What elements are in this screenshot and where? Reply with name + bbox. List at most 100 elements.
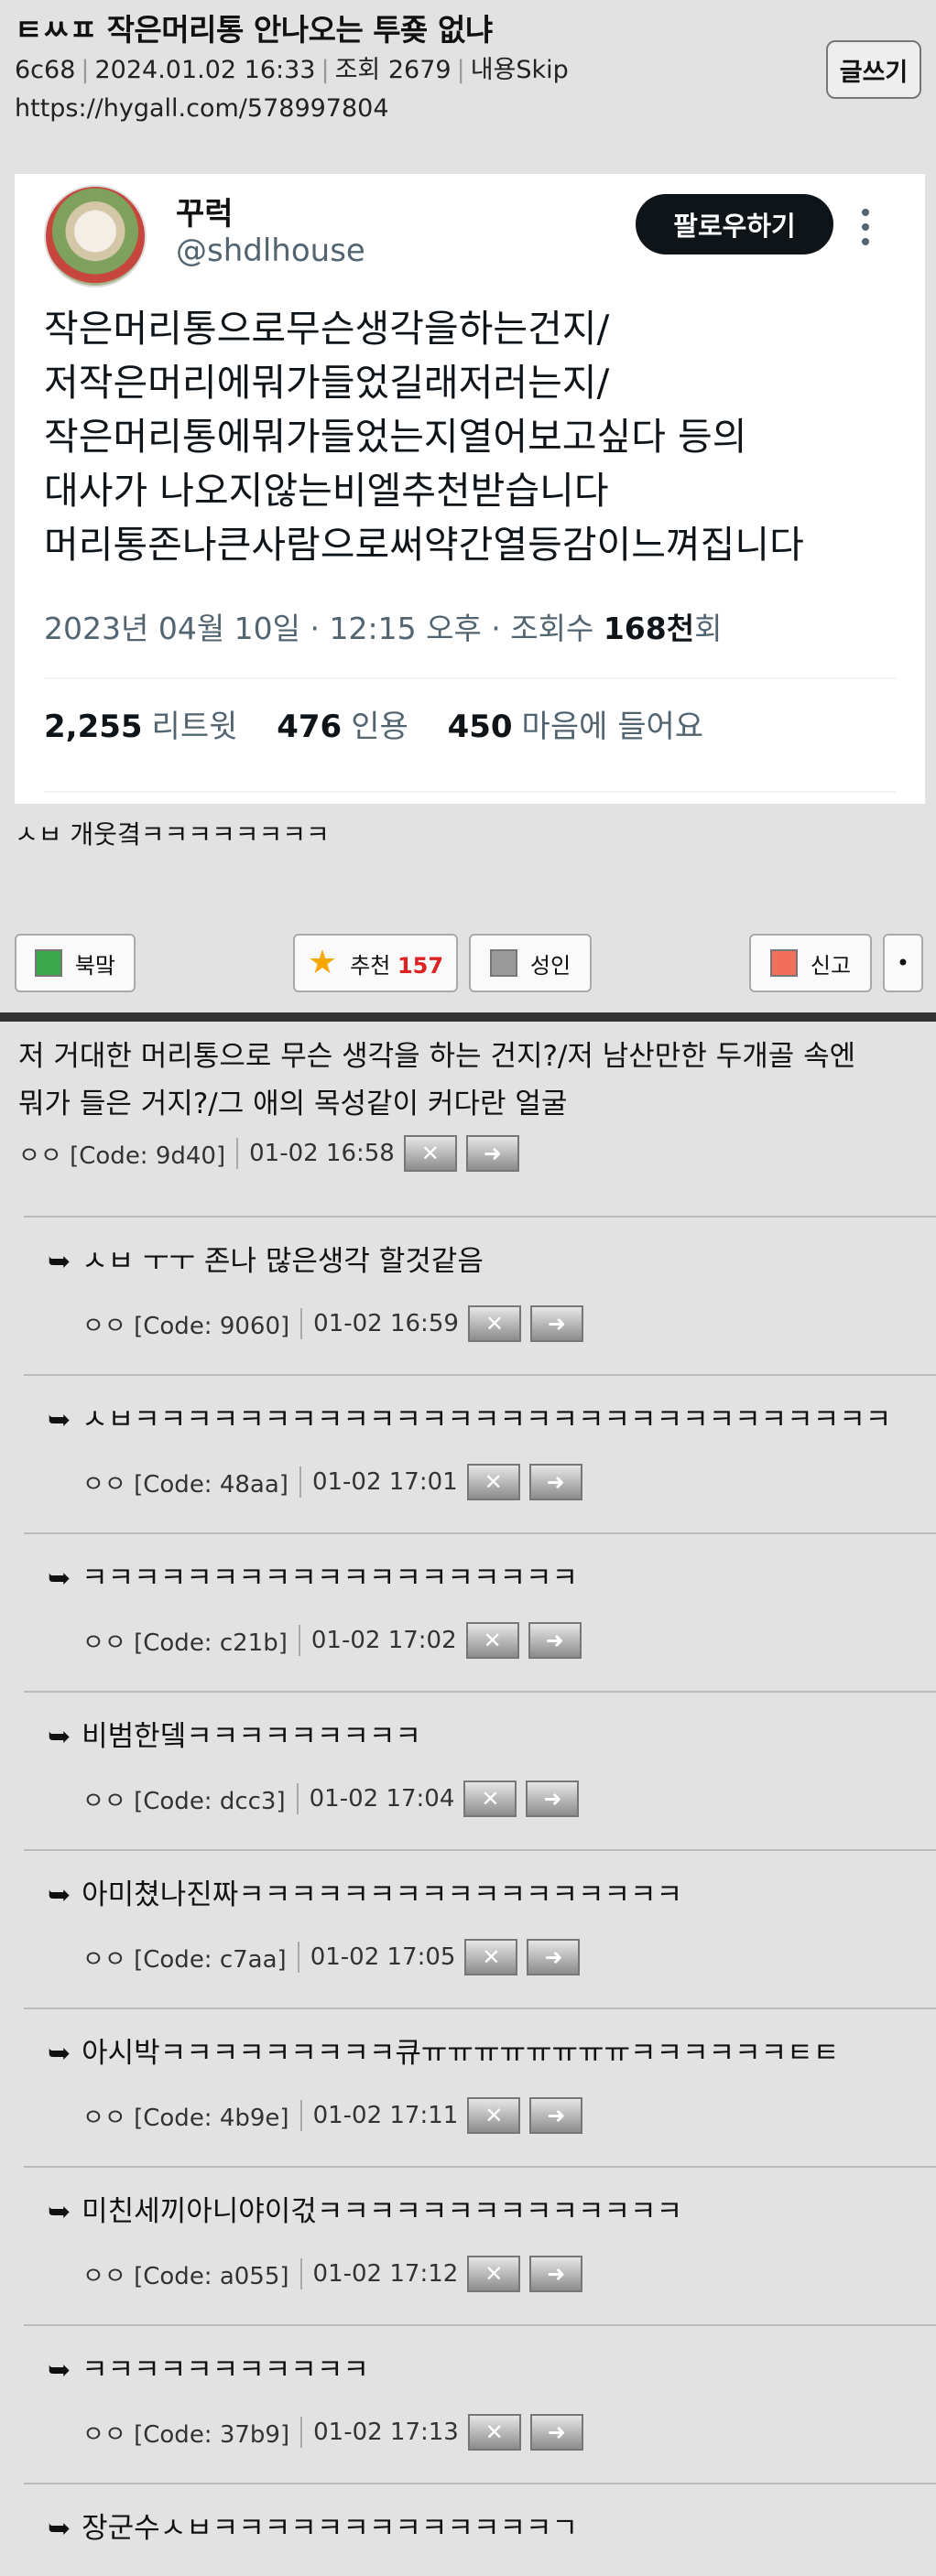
comment-author[interactable]: ㅇㅇ [Code: dcc3] [82, 1782, 286, 1816]
tweet-author-name[interactable]: 꾸럭 [176, 189, 234, 233]
reply-arrow-icon: ➥ [48, 1879, 71, 1911]
reply-comment-button[interactable]: ➜ [465, 1135, 519, 1172]
reply-comment-button[interactable]: ➜ [529, 1305, 583, 1342]
comment-time: 01-02 17:13 [313, 2419, 459, 2446]
retweet-stat[interactable]: 2,255 리트윗 [44, 709, 237, 745]
retweet-count: 2,255 [44, 709, 143, 745]
avatar[interactable] [44, 185, 147, 287]
comment-time: 01-02 17:01 [311, 1468, 458, 1496]
delete-comment-button[interactable]: ✕ [466, 1464, 520, 1500]
reply-arrow-icon: ➥ [48, 1246, 71, 1278]
recommend-label: 추천 [350, 952, 391, 979]
comment-author[interactable]: ㅇㅇ [Code: 4b9e] [82, 2099, 289, 2133]
embedded-tweet: 꾸럭 @shdlhouse 팔로우하기 작은머리통으로무슨생각을하는건지/ 저작… [15, 174, 925, 804]
comment: 저 거대한 머리통으로 무슨 생각을 하는 건지?/저 남산만한 두개골 속엔 … [0, 1023, 936, 1216]
reply-comment: ➥ 비범한뎈ㅋㅋㅋㅋㅋㅋㅋㅋㅋ ㅇㅇ [Code: dcc3] 01-02 17:04… [0, 1693, 936, 1850]
skip-content-link[interactable]: 내용Skip [471, 56, 569, 84]
post-title: ㅌㅆㅍ 작은머리통 안나오는 투죶 없냐 [15, 12, 493, 48]
reply-text: ➥ ㅅㅂㅋㅋㅋㅋㅋㅋㅋㅋㅋㅋㅋㅋㅋㅋㅋㅋㅋㅋㅋㅋㅋㅋㅋㅋㅋㅋㅋㅋㅋ [48, 1400, 891, 1441]
reply-comment-button[interactable]: ➜ [527, 1939, 581, 1975]
reply-text: ➥ 아시박ㅋㅋㅋㅋㅋㅋㅋㅋㅋ큐ㅠㅠㅠㅠㅠㅠㅠㅠㅋㅋㅋㅋㅋㅋㅌㅌ [48, 2033, 839, 2074]
reply-arrow-icon: ➥ [48, 2038, 71, 2070]
comment-text-line: 뭐가 들은 거지?/그 애의 목성같이 커다란 얼굴 [18, 1088, 568, 1120]
meta-separator [299, 1467, 301, 1498]
comment-time: 01-02 16:59 [313, 1310, 459, 1337]
comment-author[interactable]: ㅇㅇ [Code: a055] [82, 2257, 289, 2291]
quote-count: 476 [277, 709, 343, 745]
post-body-text: ㅅㅂ 개웃곀ㅋㅋㅋㅋㅋㅋㅋㅋ [15, 819, 330, 850]
delete-comment-button[interactable]: ✕ [467, 2256, 521, 2292]
meta-separator [298, 1625, 300, 1656]
reply-comment-button[interactable]: ➜ [526, 1780, 580, 1817]
tweet-line: 작은머리통에뭐가들었는지열어보고싶다 등의 [44, 415, 747, 459]
reply-content: ㅅㅂ ㅜㅜ 존나 많은생각 할것같음 [82, 1245, 484, 1278]
post-header: ㅌㅆㅍ 작은머리통 안나오는 투죶 없냐 6c68 | 2024.01.02 16:… [0, 0, 936, 154]
reply-content: ㅅㅂㅋㅋㅋㅋㅋㅋㅋㅋㅋㅋㅋㅋㅋㅋㅋㅋㅋㅋㅋㅋㅋㅋㅋㅋㅋㅋㅋㅋㅋ [82, 1403, 892, 1436]
bookmark-icon [34, 949, 62, 977]
tweet-line: 작은머리통으로무슨생각을하는건지/ [44, 307, 610, 351]
delete-comment-button[interactable]: ✕ [467, 2097, 521, 2134]
like-stat[interactable]: 450 마음에 들어요 [448, 709, 703, 745]
reply-comment-button[interactable]: ➜ [528, 1464, 582, 1500]
reply-content: 장군수ㅅㅂㅋㅋㅋㅋㅋㅋㅋㅋㅋㅋㅋㅋㅋㄱ [82, 2512, 579, 2545]
reply-comment-button[interactable]: ➜ [529, 2414, 583, 2451]
comment-text-line: 저 거대한 머리통으로 무슨 생각을 하는 건지?/저 남산만한 두개골 속엔 [18, 1040, 856, 1073]
comment-meta: ㅇㅇ [Code: 37b9] 01-02 17:13 ✕ ➜ [82, 2410, 583, 2454]
reply-content: 비범한뎈ㅋㅋㅋㅋㅋㅋㅋㅋㅋ [82, 1720, 421, 1753]
comment-meta: ㅇㅇ [Code: 9060] 01-02 16:59 ✕ ➜ [82, 1302, 583, 1346]
retweet-label: 리트윗 [151, 709, 238, 745]
comment-meta: ㅇㅇ [Code: c21b] 01-02 17:02 ✕ ➜ [82, 1618, 582, 1662]
delete-comment-button[interactable]: ✕ [467, 1305, 521, 1342]
meta-separator [300, 1308, 303, 1339]
comment-author[interactable]: ㅇㅇ [Code: 48aa] [82, 1466, 288, 1499]
reply-comment-button[interactable]: ➜ [529, 2097, 583, 2134]
adult-icon [489, 949, 517, 977]
delete-comment-button[interactable]: ✕ [403, 1135, 457, 1172]
comment-author[interactable]: ㅇㅇ [Code: c7aa] [82, 1941, 287, 1975]
delete-comment-button[interactable]: ✕ [465, 1622, 519, 1659]
post-author-code[interactable]: 6c68 [15, 56, 75, 84]
write-button[interactable]: 글쓰기 [826, 40, 921, 99]
tweet-stats: 2,255 리트윗 476 인용 450 마음에 들어요 [44, 701, 733, 746]
report-button[interactable]: 신고 [749, 934, 872, 992]
tweet-time-text: 2023년 04월 10일 · 12:15 오후 · 조회수 [44, 611, 604, 646]
comment-meta: ㅇㅇ [Code: c7aa] 01-02 17:05 ✕ ➜ [82, 1935, 581, 1979]
comment-author[interactable]: ㅇㅇ [Code: 37b9] [82, 2416, 289, 2450]
reply-text: ➥ ㅋㅋㅋㅋㅋㅋㅋㅋㅋㅋㅋ [48, 2350, 369, 2391]
reply-arrow-icon: ➥ [48, 1404, 71, 1436]
delete-comment-button[interactable]: ✕ [463, 1780, 517, 1817]
meta-separator [299, 2258, 302, 2289]
more-options-icon[interactable] [859, 209, 872, 245]
adult-button[interactable]: 성인 [469, 934, 592, 992]
reply-arrow-icon: ➥ [48, 2196, 71, 2228]
report-label: 신고 [810, 952, 852, 979]
follow-button[interactable]: 팔로우하기 [636, 194, 833, 254]
tweet-line: 머리통존나큰사람으로써약간열등감이느껴집니다 [44, 523, 804, 567]
reply-comment-button[interactable]: ➜ [528, 1622, 582, 1659]
comment-time: 01-02 17:04 [309, 1785, 455, 1813]
comment-author[interactable]: ㅇㅇ [Code: 9d40] [18, 1137, 225, 1171]
bookmark-button[interactable]: 북맠 [15, 934, 136, 992]
more-button[interactable]: • [883, 934, 923, 992]
quote-stat[interactable]: 476 인용 [277, 709, 408, 745]
reply-comment-button[interactable]: ➜ [529, 2256, 583, 2292]
reply-text: ➥ ㅅㅂ ㅜㅜ 존나 많은생각 할것같음 [48, 1241, 484, 1283]
divider [44, 791, 896, 793]
delete-comment-button[interactable]: ✕ [467, 2414, 521, 2451]
delete-comment-button[interactable]: ✕ [464, 1939, 518, 1975]
reply-comment: ➥ ㅅㅂ ㅜㅜ 존나 많은생각 할것같음 ㅇㅇ [Code: 9060] 01-02 … [0, 1218, 936, 1375]
post-date: 2024.01.02 16:33 [94, 56, 316, 84]
comment-author[interactable]: ㅇㅇ [Code: 9060] [82, 1307, 289, 1341]
recommend-count: 157 [397, 952, 444, 979]
comment-time: 01-02 17:02 [310, 1627, 457, 1654]
star-icon: ★ [307, 944, 338, 981]
reply-content: 미친세끼아니야이걳ㅋㅋㅋㅋㅋㅋㅋㅋㅋㅋㅋㅋㅋㅋ [82, 2195, 683, 2228]
recommend-button[interactable]: ★ 추천 157 [293, 934, 458, 992]
meta-separator [300, 2417, 303, 2448]
post-url[interactable]: https://hygall.com/578997804 [15, 90, 921, 128]
view-count: 조회 2679 [334, 56, 452, 84]
like-count: 450 [447, 709, 513, 745]
comment-author[interactable]: ㅇㅇ [Code: c21b] [82, 1624, 288, 1658]
tweet-author-handle[interactable]: @shdlhouse [176, 233, 365, 269]
bookmark-label: 북맠 [74, 952, 116, 979]
